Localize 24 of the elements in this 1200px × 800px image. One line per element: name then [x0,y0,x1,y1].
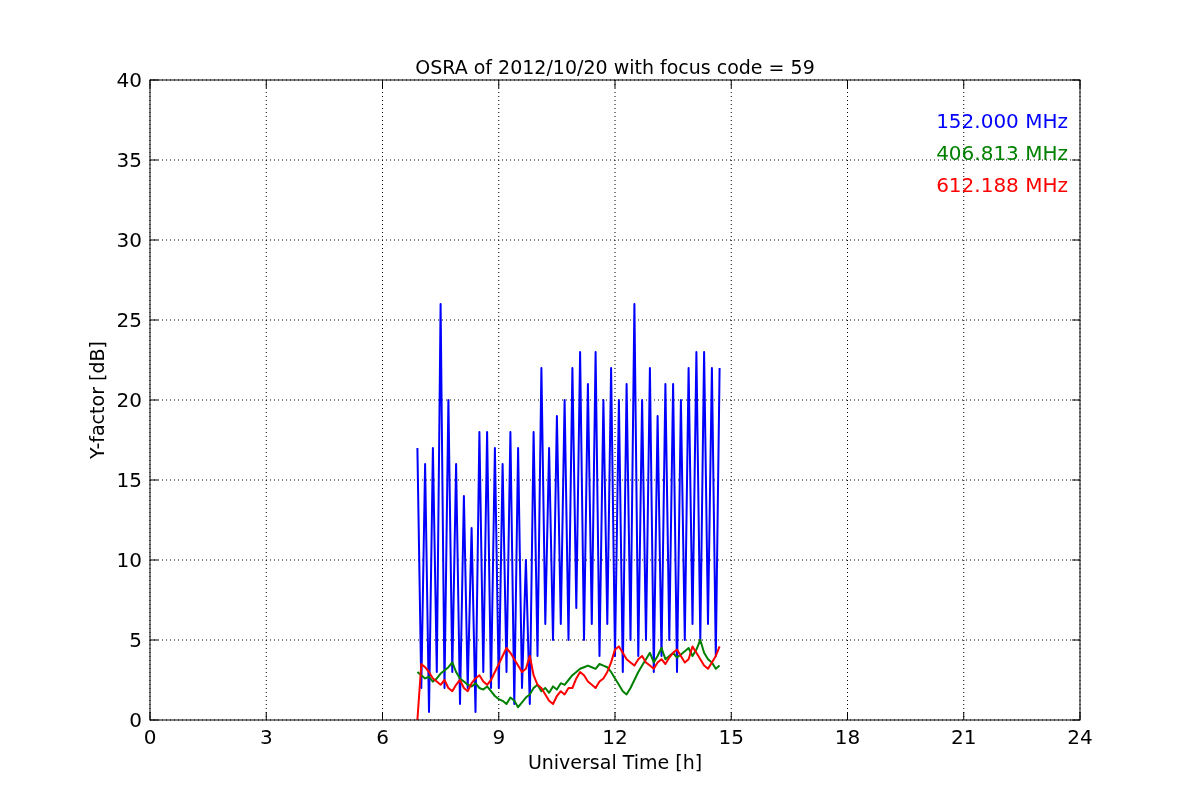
tick-label: 15 [116,468,142,492]
y-axis-title: Y-factor [dB] [86,341,108,459]
tick-label: 24 [1067,725,1093,749]
tick-label: 6 [376,725,389,749]
x-axis-title: Universal Time [h] [527,751,703,773]
tick-label: 9 [492,725,506,749]
tick-label: 35 [116,148,142,172]
tick-label: 30 [116,228,142,252]
tick-label: 40 [116,68,142,92]
tick-label: 0 [129,708,142,732]
tick-label: 12 [602,725,628,749]
chart-title: OSRA of 2012/10/20 with focus code = 59 [415,56,815,78]
tick-label: 5 [129,628,142,652]
tick-label: 3 [259,725,273,749]
legend-label: 152.000 MHz [936,109,1068,133]
tick-label: 18 [834,725,861,749]
tick-label: 15 [718,725,744,749]
tick-label: 10 [116,548,142,572]
tick-label: 0 [143,725,157,749]
legend-label: 612.188 MHz [936,173,1068,197]
tick-label: 25 [116,308,142,332]
tick-label: 20 [116,388,142,412]
legend-label: 406.813 MHz [936,141,1068,165]
tick-label: 21 [951,725,977,749]
